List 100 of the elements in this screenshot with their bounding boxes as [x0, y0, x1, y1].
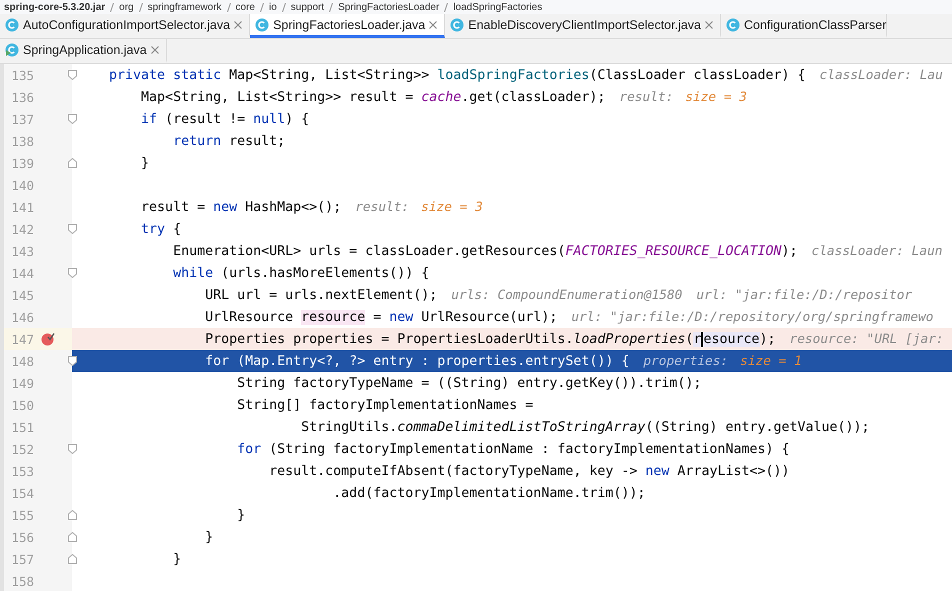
code-text: { [172, 222, 182, 236]
code-text: result = [140, 200, 206, 214]
code-text: UrlResource(url); [420, 310, 558, 324]
class-icon [255, 18, 270, 32]
code-text: ); [760, 332, 776, 346]
inline-hint: result: [355, 200, 410, 214]
code-text: } [204, 530, 214, 544]
code-text: if [140, 112, 158, 126]
breadcrumb[interactable]: springframework [148, 2, 222, 14]
tab-label: SpringApplication.java [23, 42, 147, 56]
inline-hint: url: "jar:file:/D:/repository/org/springframewo [571, 310, 934, 324]
code-text: for [236, 442, 262, 456]
breadcrumb[interactable]: core [236, 2, 255, 14]
inline-hint: resource: "URL [jar: [790, 332, 944, 346]
separator-icon [138, 3, 143, 12]
tab-label: SpringFactoriesLoader.java [273, 18, 426, 32]
code-text: (urls.hasMoreElements()) { [220, 266, 430, 280]
class-icon [5, 18, 19, 32]
code-text: new [213, 200, 238, 214]
separator-icon [226, 3, 231, 12]
separator-icon [282, 3, 286, 12]
line-number: 149 [10, 376, 34, 390]
code-text: while [172, 266, 214, 280]
inline-hint: properties: [643, 354, 728, 368]
line-number: 143 [10, 244, 34, 258]
line-number: 153 [10, 464, 34, 478]
breadcrumb[interactable]: SpringFactoriesLoader [338, 2, 440, 14]
code-text: result; [228, 134, 286, 148]
code-text: (String factoryImplementationName : factoryImplementationNames) { [268, 442, 790, 456]
code-text: Properties properties = PropertiesLoaderUtils. [204, 332, 574, 346]
inline-hint: url: "jar:file:/D:/repositor [696, 288, 912, 302]
code-text: result.computeIfAbsent(factoryTypeName, key -> [268, 464, 638, 478]
line-number: 139 [10, 156, 34, 170]
code-text: ( [685, 332, 694, 346]
code-text: private static [108, 68, 222, 82]
class-icon [726, 18, 740, 32]
code-text: String[] factoryImplementationNames = [236, 398, 534, 412]
breadcrumb[interactable]: spring-core-5.3.20.jar [4, 2, 106, 14]
code-text: Map<String, List<String>> result = [140, 90, 414, 104]
code-text: StringUtils. [300, 420, 398, 434]
inline-hint: urls: CompoundEnumeration@1580 [451, 288, 682, 302]
line-number: 146 [10, 310, 34, 324]
line-number: 151 [10, 420, 34, 434]
breadcrumb[interactable]: org [119, 2, 134, 14]
close-icon[interactable] [705, 20, 713, 28]
line-number: 157 [10, 552, 34, 566]
close-icon[interactable] [234, 20, 242, 28]
close-icon[interactable] [150, 46, 159, 54]
code-text: UrlResource [204, 310, 294, 324]
close-icon[interactable] [429, 20, 438, 28]
breadcrumb[interactable]: loadSpringFactories [453, 2, 542, 14]
code-text: loadSpringFactories [437, 68, 590, 82]
separator-icon [260, 3, 264, 12]
breakpoint-icon[interactable] [41, 332, 55, 346]
line-number: 135 [10, 68, 34, 82]
line-number: 156 [10, 530, 34, 544]
breadcrumb[interactable]: io [268, 2, 277, 14]
code-text: } [140, 156, 150, 170]
line-number: 148 [10, 354, 34, 368]
editor-tab[interactable]: SpringFactoriesLoader.java [250, 14, 446, 38]
breadcrumb[interactable]: support [290, 2, 324, 14]
code-text: (result != [164, 112, 246, 126]
code-text: esource [701, 332, 760, 346]
code-text: return [172, 134, 222, 148]
code-text: } [172, 552, 182, 566]
line-number: 136 [10, 90, 34, 104]
code-text: (ClassLoader classLoader) { [589, 68, 806, 82]
code-text: resource [301, 310, 366, 324]
code-text: } [236, 508, 246, 522]
code-text: .add(factoryImplementationName.trim()); [332, 486, 646, 500]
code-text: null [253, 112, 286, 126]
inline-hint: classLoader: Laun [812, 244, 942, 258]
code-text: try [140, 222, 166, 236]
code-text: loadProperties [573, 332, 686, 346]
line-number: 137 [10, 112, 34, 126]
line-number: 154 [10, 486, 34, 500]
line-number: 142 [10, 222, 34, 236]
separator-icon [110, 3, 114, 12]
code-text: FACTORIES_RESOURCE_LOCATION [565, 244, 782, 258]
line-number: 147 [10, 332, 34, 346]
code-text: Map<String, List<String>> [228, 68, 430, 82]
line-number: 138 [10, 134, 34, 148]
line-number: 158 [10, 574, 34, 588]
inline-hint: result: [619, 90, 674, 104]
tab-label: AutoConfigurationImportSelector.java [23, 18, 230, 32]
code-text: ((String) entry.getValue()); [645, 420, 870, 434]
code-text: .get(classLoader); [461, 90, 606, 104]
separator-icon [329, 3, 334, 12]
line-number: 155 [10, 508, 34, 522]
inline-hint: size = 3 [421, 200, 483, 214]
code-text: String factoryTypeName = ((String) entry.getKey()).trim(); [236, 376, 702, 390]
code-text: Enumeration<URL> urls = classLoader.getResources( [172, 244, 566, 258]
fold-icon[interactable] [68, 356, 77, 366]
class-run-icon [5, 42, 19, 56]
code-text: for [204, 354, 230, 368]
tab-label: ConfigurationClassParser [744, 18, 886, 32]
separator-icon [444, 3, 448, 12]
line-number: 144 [10, 266, 34, 280]
code-text: URL url = urls.nextElement(); [204, 288, 438, 302]
code-text: cache [421, 90, 462, 104]
